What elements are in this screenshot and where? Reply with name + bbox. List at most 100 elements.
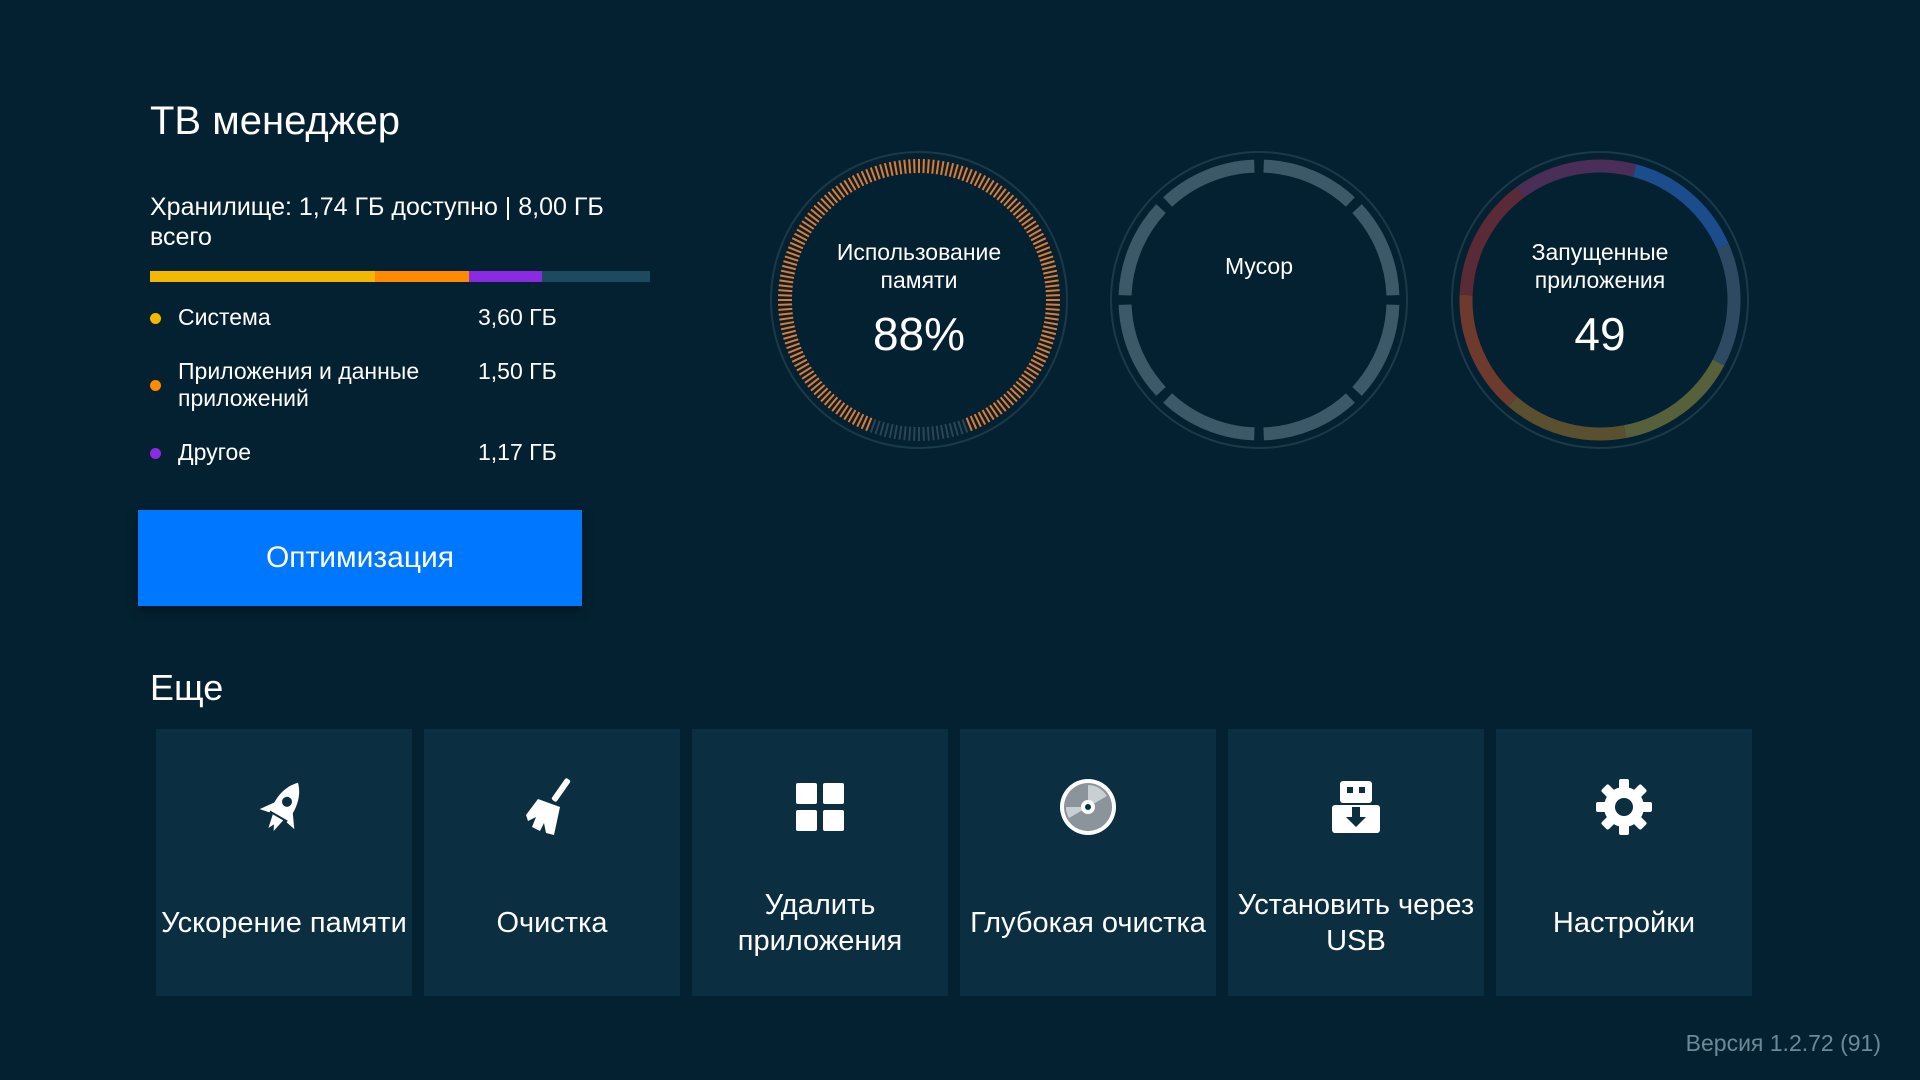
tile-cleanup[interactable]: Очистка	[424, 729, 680, 996]
gauge-segment	[1263, 393, 1355, 441]
gauge-tick	[783, 334, 798, 340]
storage-bar-segment-system	[150, 271, 375, 282]
gauge-tick	[961, 418, 969, 433]
gauge-tick	[1037, 342, 1052, 350]
gauge-tick	[865, 417, 873, 432]
legend-value: 3,60 ГБ	[478, 304, 557, 330]
gauge-tick	[965, 417, 973, 432]
gauge-tick	[940, 160, 945, 176]
disc-icon	[1060, 779, 1116, 835]
gauge-tick	[965, 168, 973, 183]
gauge-tick	[779, 321, 795, 326]
gauge-tick	[783, 260, 798, 266]
gauge-tick	[1044, 316, 1059, 321]
gauge-tick	[780, 269, 795, 275]
gauge-tick	[926, 426, 930, 441]
gauge-tick	[948, 162, 955, 178]
gauge-tick	[893, 424, 898, 440]
gauge-tick	[888, 424, 894, 439]
gauge-tick	[1045, 284, 1060, 288]
gauge-tick	[874, 420, 881, 435]
gauge-tick	[779, 274, 795, 279]
gauge-tick	[1045, 307, 1060, 311]
gauge-tick	[779, 316, 794, 321]
gauge-tick	[778, 312, 793, 316]
memory-usage-value: 88%	[872, 308, 966, 360]
gauge-tick	[903, 426, 907, 441]
gauge-tick	[1041, 264, 1057, 271]
gauge-tick	[784, 338, 799, 345]
gauge-segment	[1712, 243, 1741, 366]
gauge-tick	[1045, 289, 1060, 293]
running-apps-gauge[interactable]: Запущенные приложения 49	[1450, 150, 1750, 450]
gauge-tick	[787, 346, 802, 354]
gauge-segment	[1516, 159, 1637, 198]
gauge-tick	[893, 160, 898, 176]
storage-legend: Система 3,60 ГБ Приложения и данные прил…	[150, 304, 580, 466]
gauge-tick	[1039, 255, 1054, 262]
tile-memory-boost[interactable]: Ускорение памяти	[156, 729, 412, 996]
gauge-tick	[931, 159, 935, 174]
legend-value: 1,17 ГБ	[478, 439, 557, 465]
gear-icon	[1596, 779, 1652, 835]
storage-usage-bar	[150, 271, 650, 282]
storage-bar-segment-apps	[375, 271, 469, 282]
gauge-outline	[1110, 151, 1408, 449]
tile-usb-install[interactable]: Установить через USB	[1228, 729, 1484, 996]
trash-gauge[interactable]: Мусор	[1109, 150, 1409, 450]
gauge-tick	[898, 425, 903, 440]
storage-summary: Хранилище: 1,74 ГБ доступно | 8,00 ГБ вс…	[150, 193, 604, 251]
gauge-tick	[944, 161, 950, 176]
gauge-tick	[787, 246, 802, 254]
gauge-tick	[780, 325, 795, 331]
gauge-segment	[1632, 164, 1729, 250]
gauge-tick	[1036, 246, 1051, 254]
trash-ring	[1110, 151, 1408, 449]
gauge-tick	[898, 160, 903, 175]
tile-label: Установить через USB	[1237, 889, 1475, 957]
gauge-tick	[786, 250, 801, 258]
optimize-button[interactable]: Оптимизация	[138, 510, 582, 606]
gauge-tick	[1040, 334, 1055, 340]
usb-install-icon	[1332, 781, 1380, 833]
gauge-tick	[874, 165, 881, 180]
app-version: Версия 1.2.72 (91)	[1685, 1030, 1881, 1056]
gauge-tick	[869, 167, 877, 182]
gauge-tick	[869, 418, 877, 433]
legend-label: Система	[178, 304, 271, 330]
tile-deep-clean[interactable]: Глубокая очистка	[960, 729, 1216, 996]
gauge-tick	[1039, 338, 1054, 345]
gauge-segment	[1352, 304, 1400, 396]
gauge-tick	[926, 159, 930, 174]
gauge-tick	[779, 279, 794, 284]
gauge-tick	[888, 161, 894, 176]
legend-value: 1,50 ГБ	[478, 358, 557, 384]
gauge-tick	[1044, 279, 1059, 284]
gauge-tick	[786, 342, 801, 350]
tile-label: Глубокая очистка	[970, 907, 1206, 939]
tile-label: Удалить приложения	[737, 889, 903, 957]
gauge-tick	[908, 159, 912, 174]
gauge-tick	[953, 421, 959, 436]
gauge-segment	[1118, 304, 1166, 396]
gauge-tick	[935, 425, 940, 440]
legend-dot-apps	[150, 380, 161, 391]
grid-icon	[796, 783, 844, 831]
trash-label: Мусор	[1224, 253, 1293, 279]
gauge-tick	[883, 422, 890, 438]
gauge-segment	[1623, 359, 1725, 439]
gauge-tick	[778, 307, 793, 311]
memory-usage-gauge[interactable]: Использование памяти 88%	[769, 150, 1069, 450]
gauge-outline	[1451, 151, 1749, 449]
gauge-tick	[961, 167, 969, 182]
gauge-tick	[879, 164, 885, 179]
running-apps-label: Запущенные приложения	[1531, 239, 1669, 293]
gauge-tick	[784, 255, 799, 262]
legend-item-other: Другое 1,17 ГБ	[150, 439, 580, 466]
tile-uninstall-apps[interactable]: Удалить приложения	[692, 729, 948, 996]
gauge-tick	[778, 284, 793, 288]
broom-icon	[526, 778, 571, 835]
gauge-tick	[1043, 269, 1058, 275]
gauge-tick	[781, 329, 797, 336]
tile-settings[interactable]: Настройки	[1496, 729, 1752, 996]
